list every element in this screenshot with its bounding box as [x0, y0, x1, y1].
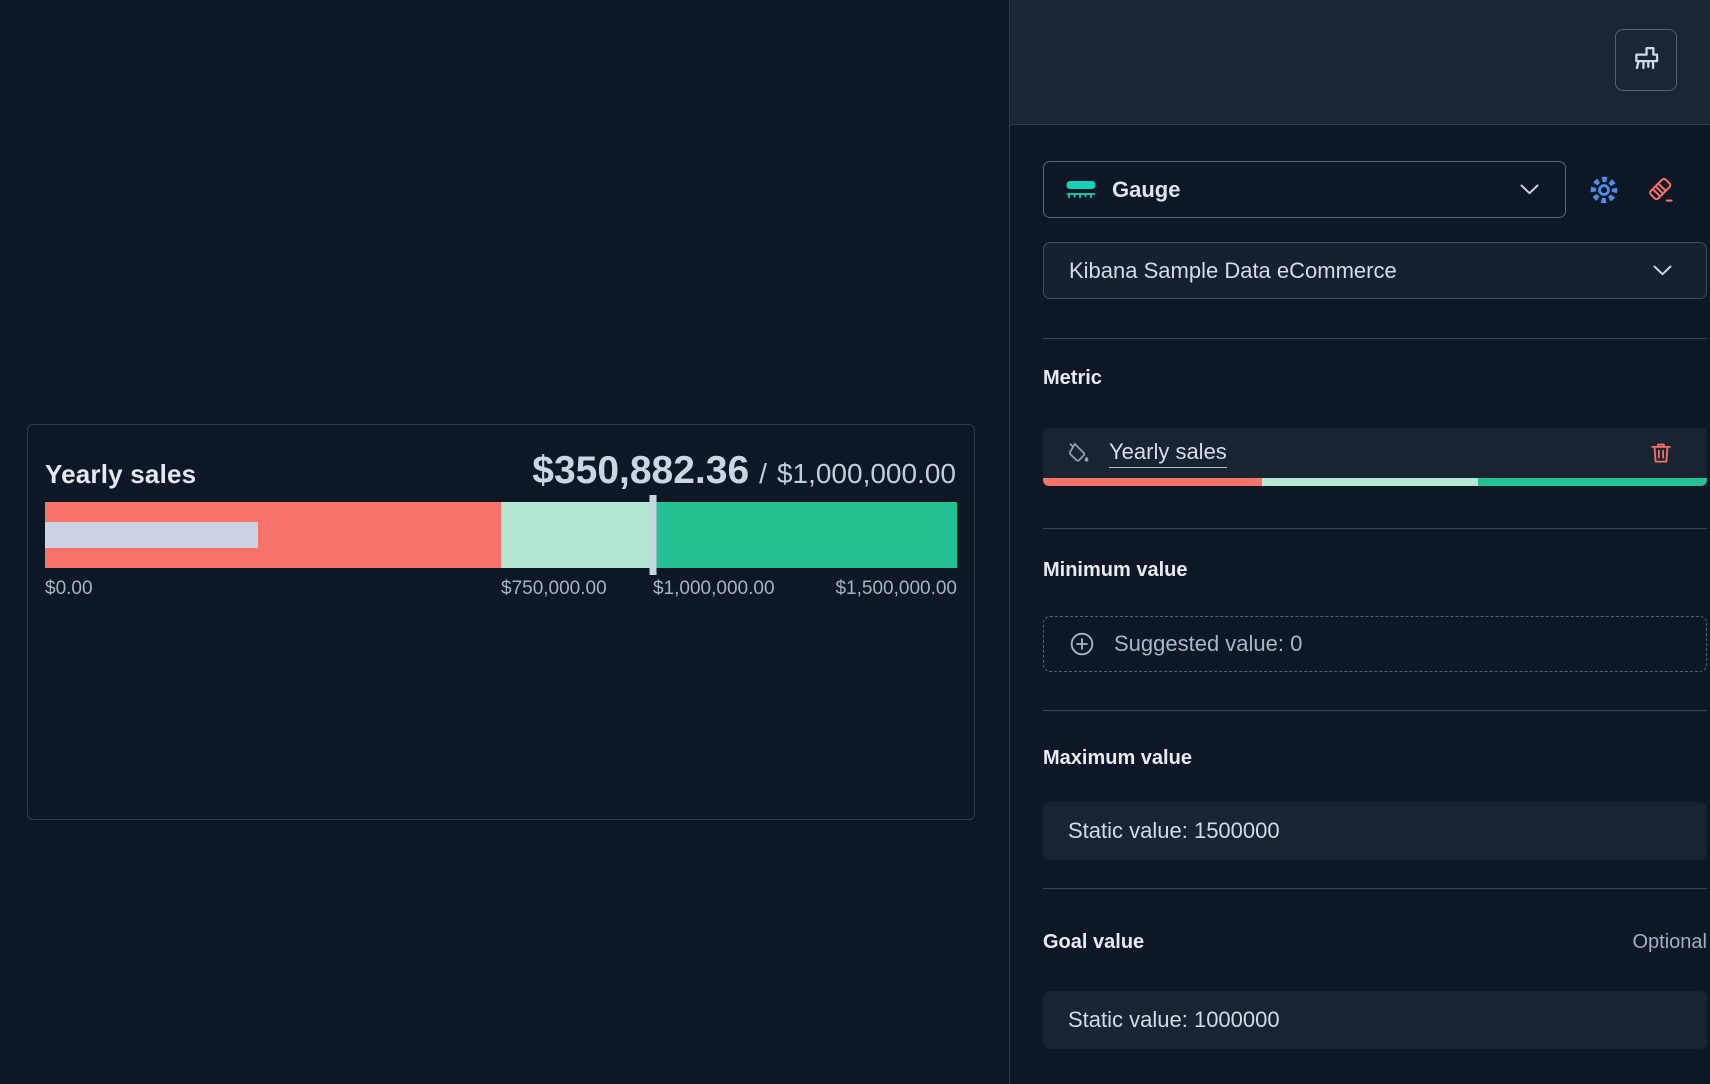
minimum-section-label: Minimum value — [1043, 559, 1706, 582]
chart-type-row: Gauge — [1043, 161, 1706, 218]
gauge-tick-label: $0.00 — [45, 578, 93, 600]
chart-header: Yearly sales $350,882.36 / $1,000,000.00 — [45, 449, 956, 493]
dataset-label: Kibana Sample Data eCommerce — [1069, 258, 1397, 284]
gauge-band — [653, 502, 957, 568]
layer-config-panel: Gauge — [1009, 0, 1710, 1084]
section-divider — [1043, 528, 1707, 529]
gauge-tick-label: $750,000.00 — [501, 578, 607, 600]
plus-circle-icon — [1068, 630, 1096, 658]
paintbrush-icon — [1629, 43, 1663, 77]
palette-segment — [1043, 478, 1262, 486]
goal-section-label: Goal value — [1043, 931, 1144, 954]
maximum-value-label: Static value: 1500000 — [1068, 818, 1280, 844]
section-divider — [1043, 888, 1707, 889]
lens-gauge-editor: Yearly sales $350,882.36 / $1,000,000.00… — [0, 0, 1710, 1084]
bullet-gauge — [45, 502, 957, 568]
minimum-value-button[interactable]: Suggested value: 0 — [1043, 616, 1707, 672]
gauge-tick-label: $1,500,000.00 — [835, 578, 957, 600]
metric-palette-strip — [1043, 478, 1707, 486]
metric-section-label: Metric — [1043, 367, 1706, 390]
delete-metric-button[interactable] — [1639, 431, 1683, 475]
gauge-goal-marker — [650, 495, 657, 575]
eraser-icon — [1644, 174, 1676, 206]
gauge-chart-card: Yearly sales $350,882.36 / $1,000,000.00… — [27, 424, 975, 820]
dataset-select[interactable]: Kibana Sample Data eCommerce — [1043, 242, 1707, 299]
chevron-down-icon — [1520, 184, 1539, 195]
gauge-band — [501, 502, 653, 568]
settings-gear-button[interactable] — [1582, 168, 1626, 212]
section-divider — [1043, 338, 1707, 339]
panel-header — [1010, 0, 1710, 125]
chart-type-select[interactable]: Gauge — [1043, 161, 1566, 218]
chart-goal-value: $1,000,000.00 — [777, 458, 956, 490]
metric-field-link[interactable]: Yearly sales — [1109, 439, 1227, 468]
chart-value-separator: / — [759, 458, 767, 490]
panel-body: Gauge — [1010, 125, 1710, 1049]
palette-segment — [1262, 478, 1478, 486]
chart-value-group: $350,882.36 / $1,000,000.00 — [532, 449, 956, 493]
gauge-axis-labels: $0.00 $750,000.00 $1,000,000.00 $1,500,000.… — [45, 578, 957, 604]
color-bucket-icon — [1065, 439, 1093, 467]
chart-current-value: $350,882.36 — [532, 449, 749, 493]
maximum-section-label: Maximum value — [1043, 747, 1706, 770]
visualization-workspace: Yearly sales $350,882.36 / $1,000,000.00… — [0, 0, 1009, 1084]
reset-visualization-button[interactable] — [1638, 168, 1682, 212]
trash-icon — [1647, 439, 1675, 467]
minimum-value-label: Suggested value: 0 — [1114, 631, 1302, 657]
clear-layer-button[interactable] — [1615, 29, 1677, 91]
palette-segment — [1478, 478, 1707, 486]
gauge-value-bar — [45, 522, 258, 548]
horizontal-bullet-icon — [1066, 179, 1096, 200]
gauge-tick-label: $1,000,000.00 — [653, 578, 775, 600]
chart-type-label: Gauge — [1112, 177, 1180, 203]
chevron-down-icon — [1653, 265, 1672, 276]
goal-value-button[interactable]: Static value: 1000000 — [1043, 991, 1707, 1049]
goal-value-label: Static value: 1000000 — [1068, 1007, 1280, 1033]
gear-icon — [1587, 173, 1621, 207]
section-divider — [1043, 710, 1707, 711]
goal-section-header: Goal value Optional — [1043, 931, 1707, 954]
chart-title: Yearly sales — [45, 459, 196, 490]
maximum-value-button[interactable]: Static value: 1500000 — [1043, 802, 1707, 860]
optional-badge: Optional — [1633, 931, 1708, 954]
metric-dimension-row[interactable]: Yearly sales — [1043, 428, 1707, 486]
